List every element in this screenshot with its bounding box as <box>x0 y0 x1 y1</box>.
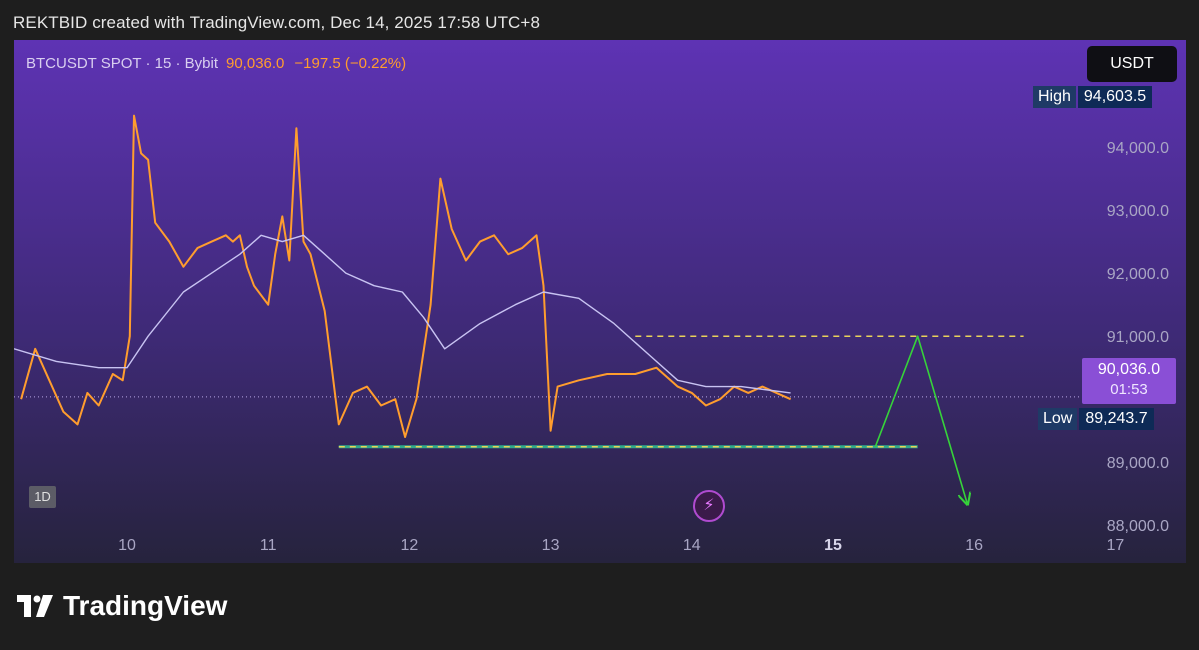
low-label: Low <box>1038 408 1078 430</box>
high-label: High <box>1033 86 1076 108</box>
x-tick-label: 15 <box>824 537 842 554</box>
chart-background <box>14 40 1186 563</box>
low-price-badge: Low 89,243.7 <box>1038 408 1154 430</box>
y-tick-label: 92,000.0 <box>1107 266 1169 283</box>
x-tick-label: 17 <box>1106 537 1124 554</box>
legend-change: −197.5 (−0.22%) <box>294 55 407 72</box>
high-price-badge: High 94,603.5 <box>1033 86 1153 108</box>
chart-panel[interactable]: 94,000.0 93,000.0 92,000.0 91,000.0 89,000.0… <box>14 40 1186 563</box>
low-value: 89,243.7 <box>1079 408 1154 430</box>
legend-price: 90,036.0 <box>226 55 285 72</box>
y-tick-label: 91,000.0 <box>1107 329 1169 346</box>
x-tick-label: 14 <box>683 537 701 554</box>
y-tick-label: 89,000.0 <box>1107 455 1169 472</box>
bar-countdown: 01:53 <box>1110 381 1148 398</box>
currency-button[interactable]: USDT <box>1087 46 1177 82</box>
price-chart[interactable]: 94,000.0 93,000.0 92,000.0 91,000.0 89,000.0… <box>14 40 1186 563</box>
x-tick-label: 11 <box>260 537 277 554</box>
brand-name: TradingView <box>63 590 228 621</box>
last-price-value: 90,036.0 <box>1097 361 1161 378</box>
tradingview-mark-icon <box>17 595 53 617</box>
chart-legend: BTCUSDT SPOT · 15 · Bybit 90,036.0 −197.5 … <box>26 55 406 72</box>
x-tick-label: 10 <box>118 537 136 554</box>
x-tick-label: 12 <box>400 537 418 554</box>
lightning-icon[interactable]: ⚡ <box>693 490 725 522</box>
x-tick-label: 16 <box>965 537 983 554</box>
chart-caption: REKTBID created with TradingView.com, De… <box>13 13 541 32</box>
symbol-label: BTCUSDT SPOT · 15 · Bybit <box>26 55 218 72</box>
tradingview-logo: TradingView <box>17 590 227 622</box>
high-value: 94,603.5 <box>1077 86 1153 108</box>
interval-button[interactable]: 1D <box>29 486 56 508</box>
y-tick-label: 94,000.0 <box>1107 140 1169 157</box>
y-tick-label: 88,000.0 <box>1107 518 1169 535</box>
y-tick-label: 93,000.0 <box>1107 203 1169 220</box>
x-tick-label: 13 <box>542 537 560 554</box>
last-price-badge: 90,036.0 01:53 <box>1082 358 1176 404</box>
